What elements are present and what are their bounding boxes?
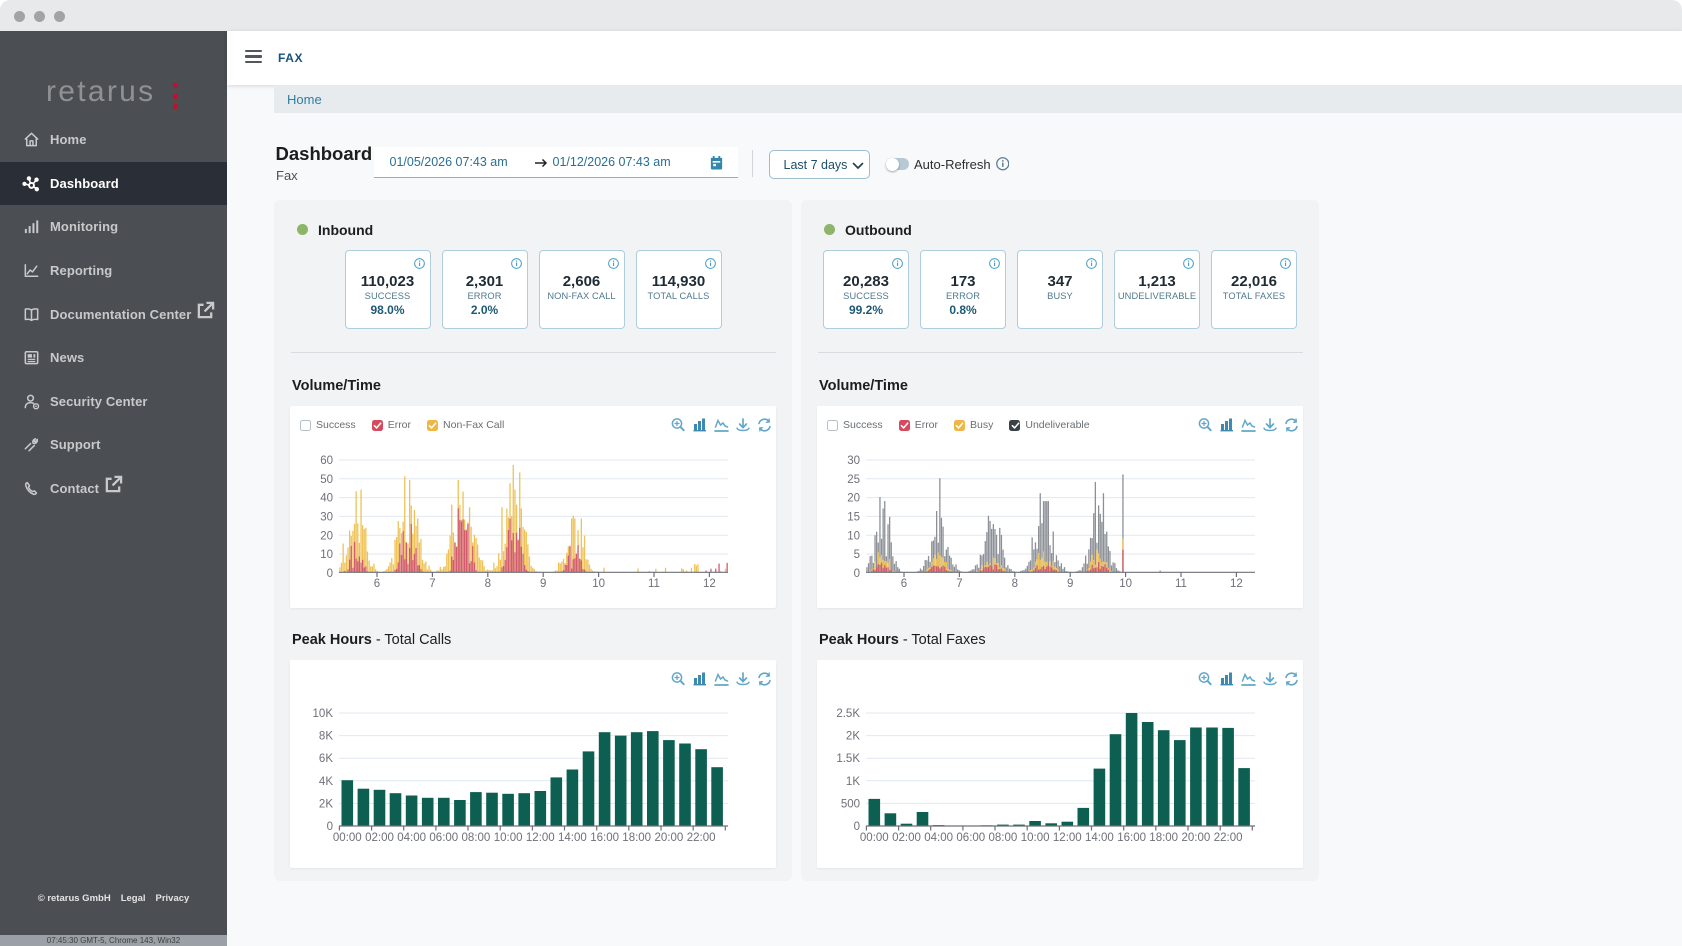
svg-text:8K: 8K xyxy=(319,731,333,743)
svg-text:7: 7 xyxy=(956,578,962,590)
svg-text:2K: 2K xyxy=(846,731,860,743)
svg-text:6: 6 xyxy=(901,578,907,590)
svg-text:04:00: 04:00 xyxy=(397,832,426,844)
svg-text:30: 30 xyxy=(320,512,333,524)
svg-text:10:00: 10:00 xyxy=(494,832,523,844)
svg-text:14:00: 14:00 xyxy=(558,832,587,844)
svg-text:2.5K: 2.5K xyxy=(836,708,860,720)
svg-text:00:00: 00:00 xyxy=(333,832,362,844)
svg-text:1K: 1K xyxy=(846,776,860,788)
svg-text:00:00: 00:00 xyxy=(860,832,889,844)
svg-text:25: 25 xyxy=(847,474,860,486)
svg-text:20:00: 20:00 xyxy=(655,832,684,844)
svg-text:18:00: 18:00 xyxy=(622,832,651,844)
svg-text:22:00: 22:00 xyxy=(687,832,716,844)
svg-text:22:00: 22:00 xyxy=(1214,832,1243,844)
svg-text:10: 10 xyxy=(592,578,605,590)
svg-text:10: 10 xyxy=(847,530,860,542)
svg-text:08:00: 08:00 xyxy=(462,832,491,844)
svg-text:08:00: 08:00 xyxy=(989,832,1018,844)
svg-text:10K: 10K xyxy=(313,708,334,720)
svg-text:9: 9 xyxy=(1067,578,1073,590)
svg-text:4K: 4K xyxy=(319,776,333,788)
svg-text:20:00: 20:00 xyxy=(1182,832,1211,844)
svg-text:02:00: 02:00 xyxy=(365,832,394,844)
svg-text:18:00: 18:00 xyxy=(1149,832,1178,844)
svg-text:500: 500 xyxy=(841,798,860,810)
svg-text:30: 30 xyxy=(847,455,860,467)
svg-text:12:00: 12:00 xyxy=(526,832,555,844)
svg-text:04:00: 04:00 xyxy=(924,832,953,844)
svg-text:11: 11 xyxy=(648,578,660,590)
svg-text:50: 50 xyxy=(320,474,333,486)
svg-text:02:00: 02:00 xyxy=(892,832,921,844)
svg-text:2K: 2K xyxy=(319,798,333,810)
svg-text:16:00: 16:00 xyxy=(1117,832,1146,844)
svg-text:15: 15 xyxy=(847,512,860,524)
svg-text:9: 9 xyxy=(540,578,546,590)
svg-text:16:00: 16:00 xyxy=(590,832,619,844)
svg-text:60: 60 xyxy=(320,455,333,467)
svg-text:0: 0 xyxy=(854,568,860,580)
svg-text:14:00: 14:00 xyxy=(1085,832,1114,844)
svg-text:12: 12 xyxy=(1230,578,1243,590)
svg-text:5: 5 xyxy=(854,549,860,561)
svg-text:20: 20 xyxy=(320,530,333,542)
svg-text:12: 12 xyxy=(703,578,716,590)
svg-text:7: 7 xyxy=(429,578,435,590)
svg-text:10: 10 xyxy=(320,549,333,561)
svg-text:0: 0 xyxy=(327,568,333,580)
svg-text:40: 40 xyxy=(320,493,333,505)
svg-text:10:00: 10:00 xyxy=(1021,832,1050,844)
svg-text:6K: 6K xyxy=(319,753,333,765)
svg-text:06:00: 06:00 xyxy=(956,832,985,844)
svg-text:8: 8 xyxy=(485,578,491,590)
svg-text:1.5K: 1.5K xyxy=(836,753,860,765)
svg-text:12:00: 12:00 xyxy=(1053,832,1082,844)
svg-text:06:00: 06:00 xyxy=(429,832,458,844)
svg-text:11: 11 xyxy=(1175,578,1187,590)
svg-text:10: 10 xyxy=(1119,578,1132,590)
svg-text:8: 8 xyxy=(1012,578,1018,590)
svg-text:6: 6 xyxy=(374,578,380,590)
svg-text:20: 20 xyxy=(847,493,860,505)
